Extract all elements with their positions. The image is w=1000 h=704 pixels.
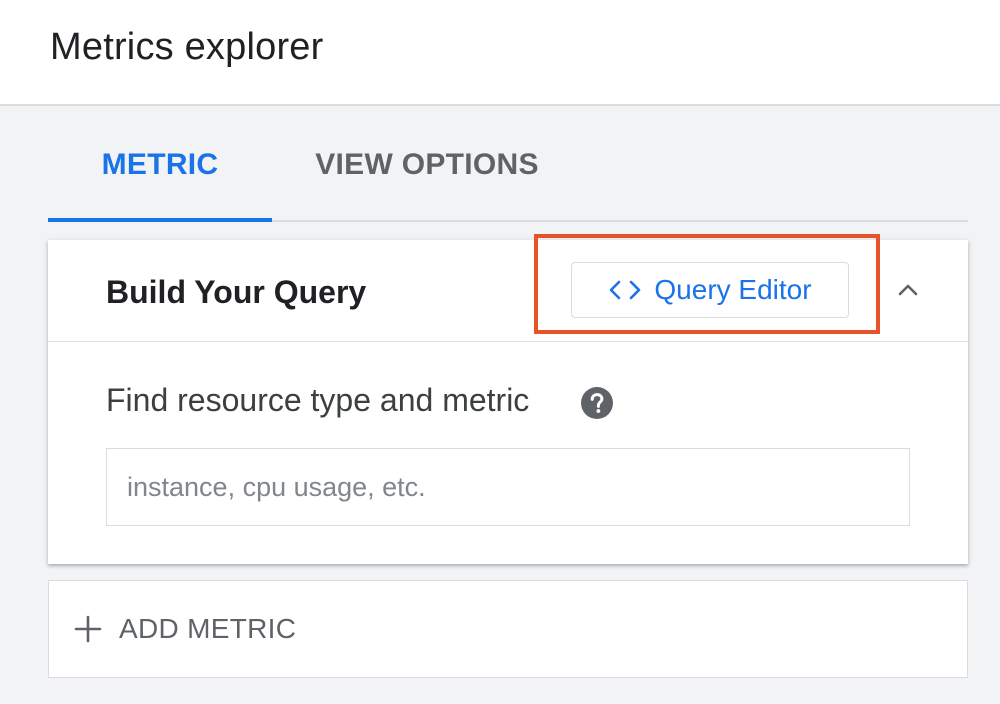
add-metric-button[interactable]: ADD METRIC [48, 580, 968, 678]
query-editor-button[interactable]: Query Editor [571, 262, 849, 318]
code-icon [610, 280, 641, 300]
plus-icon [74, 615, 102, 643]
tab-view-options[interactable]: VIEW OPTIONS [272, 110, 582, 220]
build-query-body: Find resource type and metric [48, 342, 968, 564]
build-query-header: Build Your Query Query Editor [48, 234, 968, 342]
page-title: Metrics explorer [50, 26, 324, 68]
resource-search-input[interactable] [107, 449, 909, 525]
active-tab-indicator [48, 218, 272, 222]
tab-bar: METRIC VIEW OPTIONS [48, 110, 968, 222]
resource-search-box [106, 448, 910, 526]
tab-metric-label: METRIC [101, 148, 219, 181]
tab-metric[interactable]: METRIC [48, 110, 272, 222]
chevron-up-icon[interactable] [894, 276, 922, 304]
top-bar: Metrics explorer [0, 0, 1000, 106]
build-query-card: Build Your Query Query Editor Find resou… [48, 234, 968, 564]
help-icon[interactable] [580, 386, 614, 420]
add-metric-label: ADD METRIC [119, 613, 297, 644]
tab-view-options-label: VIEW OPTIONS [315, 148, 539, 181]
query-editor-label: Query Editor [654, 274, 812, 305]
resource-type-label: Find resource type and metric [106, 382, 530, 418]
build-query-title: Build Your Query [106, 274, 367, 310]
